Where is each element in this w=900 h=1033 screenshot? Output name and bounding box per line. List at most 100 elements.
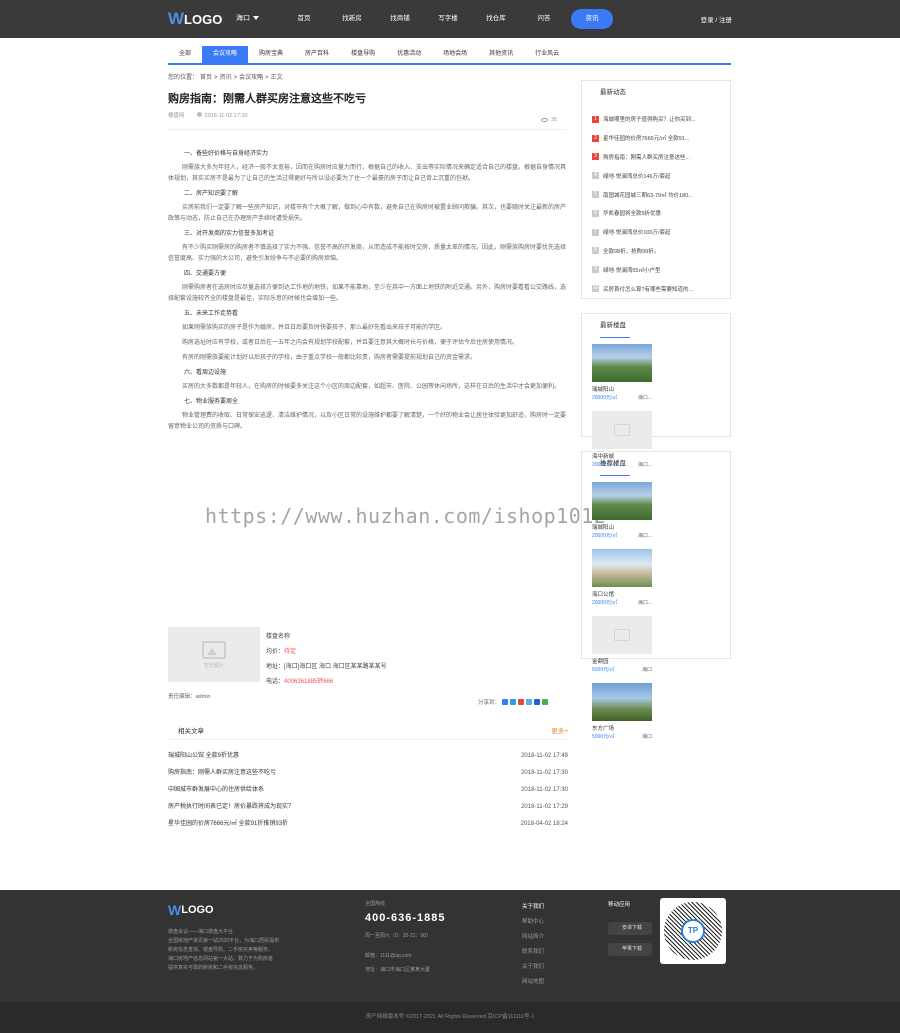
listing-image[interactable]: [592, 482, 652, 520]
related-row[interactable]: 瑞城阳山公馆 全款9折优惠 2018-11-02 17:48: [168, 748, 568, 765]
share-wechat-icon[interactable]: [542, 699, 549, 705]
breadcrumb-item[interactable]: 会议攻略: [239, 75, 263, 81]
share-tencent-icon[interactable]: [518, 699, 525, 705]
share-qq-icon[interactable]: [526, 699, 533, 705]
listing-image[interactable]: [592, 411, 652, 449]
footer-logo[interactable]: W LOGO: [168, 902, 214, 918]
breadcrumb-item: 您的位置：: [168, 75, 199, 81]
about-link[interactable]: 联系我们: [522, 945, 544, 960]
news-item[interactable]: 10 买房首付怎么算?有哪些需要知道的...: [582, 279, 730, 298]
breadcrumb-item[interactable]: 资讯: [220, 75, 232, 81]
related-row[interactable]: 购房指南：刚需人群买房注意这些不吃亏 2018-11-02 17:30: [168, 765, 568, 782]
news-item[interactable]: 8 全款98折，抢购99折。: [582, 242, 730, 261]
property-image-placeholder[interactable]: 暂无图片: [168, 627, 260, 682]
listing-meta: 5000元/㎡ 海口: [592, 733, 652, 740]
category-tab[interactable]: 购房宝典: [248, 46, 294, 63]
related-article-title[interactable]: 房产税执行时间表已定！房价暴跌将成为现实？: [168, 799, 294, 816]
news-item[interactable]: 1 海城哪里的房子值得购买？让你买到...: [582, 110, 730, 129]
clock-icon: [196, 111, 202, 117]
footer-desc-line: 海口房地产信息网站第一大站，致力于为购房者: [168, 956, 274, 962]
news-title[interactable]: 星华佳园的价房7666元/㎡ 全款91...: [603, 134, 690, 142]
listing-name[interactable]: 瑞城阳山: [592, 523, 652, 531]
listing-card[interactable]: 东方广场 5000元/㎡ 海口: [592, 683, 652, 740]
share-bar: 分享到：: [478, 698, 549, 706]
news-title[interactable]: 绿地·悦澜湾总价100万/套起: [603, 228, 671, 236]
news-title[interactable]: 南国城花园城三期63-79㎡ 均价180...: [603, 191, 693, 199]
category-tab[interactable]: 会议攻略: [202, 46, 249, 63]
related-articles: 相关文章 更多+ 瑞城阳山公馆 全款9折优惠 2018-11-02 17:48 购房…: [168, 720, 568, 833]
news-item[interactable]: 4 绿地·悦澜湾总价146万/套起: [582, 166, 730, 185]
news-item[interactable]: 2 星华佳园的价房7666元/㎡ 全款91...: [582, 129, 730, 148]
news-title[interactable]: 购房指南：刚需人群买房注意这些...: [603, 153, 690, 161]
about-link[interactable]: 帮助中心: [522, 915, 544, 930]
nav-item[interactable]: 找新房: [328, 9, 376, 29]
category-tab[interactable]: 楼盘导购: [340, 46, 386, 63]
related-row[interactable]: 星华佳园的价房7666元/㎡ 全款91折推销93折 2018-04-02 18:2…: [168, 816, 568, 833]
section-heading: 二、房产知识要了解: [184, 191, 239, 197]
share-renren-icon[interactable]: [534, 699, 541, 705]
article-date: 2018-11-02 17:30: [204, 112, 248, 119]
listing-card[interactable]: 瑞城阳山 20000元/㎡ 海口...: [592, 344, 652, 401]
more-link[interactable]: 更多+: [551, 725, 568, 735]
category-tab[interactable]: 行业风云: [524, 46, 570, 63]
nav-item[interactable]: 找仓库: [472, 9, 520, 29]
nav-item[interactable]: 问答: [520, 9, 568, 29]
news-item[interactable]: 3 购房指南：刚需人群买房注意这些...: [582, 148, 730, 167]
listing-location: 海口...: [637, 600, 652, 606]
property-name[interactable]: 楼盘名称: [266, 630, 387, 645]
related-row[interactable]: 房产税执行时间表已定！房价暴跌将成为现实？ 2018-11-02 17:29: [168, 799, 568, 816]
about-link[interactable]: 网站地图: [522, 975, 544, 990]
site-logo[interactable]: W LOGO: [168, 9, 222, 29]
related-article-date: 2018-11-02 17:30: [521, 787, 568, 793]
nav-item[interactable]: 写字楼: [424, 9, 472, 29]
listing-card[interactable]: 金鼎园 5000元/㎡ 海口: [592, 616, 652, 673]
news-title[interactable]: 全款98折，抢购99折。: [603, 247, 659, 255]
category-tab[interactable]: 场地会场: [432, 46, 478, 63]
breadcrumb-item[interactable]: 首页: [200, 75, 212, 81]
property-address: 地址：[海口]海口区 海口 海口区某某路某某号: [266, 664, 387, 670]
share-weibo-icon[interactable]: [510, 699, 517, 705]
listing-card[interactable]: 瑞城阳山 20000元/㎡ 海口...: [592, 482, 652, 539]
news-title[interactable]: 海城哪里的房子值得购买？让你买到...: [603, 115, 696, 123]
news-item[interactable]: 5 南国城花园城三期63-79㎡ 均价180...: [582, 185, 730, 204]
related-row[interactable]: 中国城市群发展中心的住房供给体系 2018-11-02 17:30: [168, 782, 568, 799]
listing-name[interactable]: 瑞城阳山: [592, 385, 652, 393]
android-download-button[interactable]: 安卓下载: [608, 922, 652, 935]
category-tab[interactable]: 全部: [168, 46, 202, 63]
city-selector[interactable]: 海口: [236, 13, 259, 23]
article-source: 楼盘网: [168, 113, 185, 119]
related-article-title[interactable]: 瑞城阳山公馆 全款9折优惠: [168, 748, 239, 765]
listing-image[interactable]: [592, 344, 652, 382]
category-tab[interactable]: 其他资讯: [478, 46, 524, 63]
listing-image[interactable]: [592, 616, 652, 654]
news-item[interactable]: 7 绿地·悦澜湾总价100万/套起: [582, 223, 730, 242]
category-tab[interactable]: 优惠活动: [386, 46, 432, 63]
news-title[interactable]: 华凯春园将全款9折优惠: [603, 209, 661, 217]
ios-download-button[interactable]: 苹果下载: [608, 943, 652, 956]
listing-name[interactable]: 金鼎园: [592, 657, 652, 665]
news-title[interactable]: 绿地·悦澜湾55㎡小户型: [603, 266, 660, 274]
price-label: 均价：: [266, 649, 285, 655]
listing-card[interactable]: 海口公馆 20000元/㎡ 海口...: [592, 549, 652, 606]
listing-name[interactable]: 东方广场: [592, 724, 652, 732]
share-qzone-icon[interactable]: [502, 699, 509, 705]
login-link[interactable]: 登录 / 注册: [701, 14, 732, 24]
related-article-title[interactable]: 购房指南：刚需人群买房注意这些不吃亏: [168, 765, 276, 782]
section-paragraph: 刚需族大多为年轻人，经济一般不太宽裕，因而在购房时应量力而行，根据自己的收入、支…: [168, 165, 567, 182]
about-link[interactable]: 关于我们: [522, 960, 544, 975]
category-tab[interactable]: 房产百科: [294, 46, 340, 63]
nav-item[interactable]: 资讯: [571, 9, 613, 29]
news-item[interactable]: 6 华凯春园将全款9折优惠: [582, 204, 730, 223]
news-title[interactable]: 绿地·悦澜湾总价146万/套起: [603, 172, 671, 180]
news-item[interactable]: 9 绿地·悦澜湾55㎡小户型: [582, 260, 730, 279]
about-link[interactable]: 网站简介: [522, 930, 544, 945]
listing-name[interactable]: 海口公馆: [592, 590, 652, 598]
related-article-title[interactable]: 星华佳园的价房7666元/㎡ 全款91折推销93折: [168, 816, 288, 833]
nav-item[interactable]: 首页: [280, 9, 328, 29]
breadcrumb-item[interactable]: 正文: [271, 75, 283, 81]
nav-item[interactable]: 找商铺: [376, 9, 424, 29]
news-title[interactable]: 买房首付怎么算?有哪些需要知道的...: [603, 285, 693, 293]
related-article-title[interactable]: 中国城市群发展中心的住房供给体系: [168, 782, 264, 799]
listing-image[interactable]: [592, 683, 652, 721]
listing-image[interactable]: [592, 549, 652, 587]
